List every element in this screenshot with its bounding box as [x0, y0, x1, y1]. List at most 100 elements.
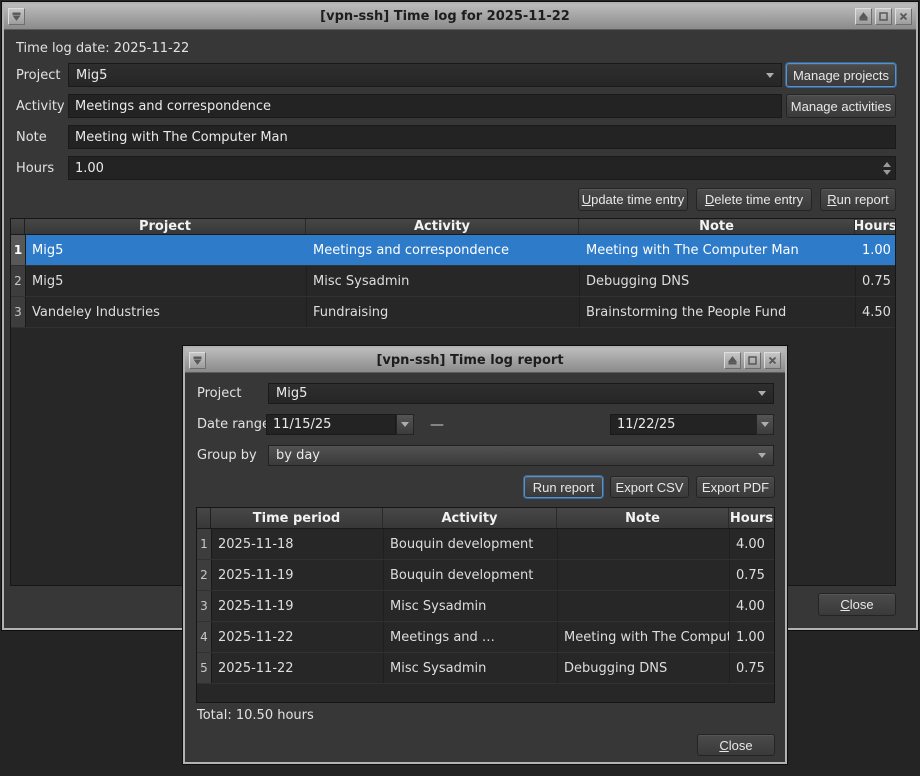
table-row[interactable]: 3 2025-11-19 Misc Sysadmin 4.00	[197, 591, 774, 622]
activity-input[interactable]: Meetings and correspondence	[68, 94, 782, 118]
close-window-button[interactable]	[895, 8, 912, 25]
column-header-hours[interactable]: Hours	[855, 219, 895, 234]
export-pdf-button[interactable]: Export PDF	[696, 476, 775, 498]
date-to-input[interactable]: 11/22/25	[610, 414, 757, 435]
maximize-icon	[878, 11, 889, 22]
row-number: 2	[11, 266, 26, 296]
date-to-dropdown-button[interactable]	[756, 414, 774, 435]
shade-icon	[858, 11, 869, 22]
activity-label: Activity	[16, 94, 65, 118]
column-header-project[interactable]: Project	[25, 219, 306, 234]
row-number: 4	[197, 622, 212, 652]
window-menu-button[interactable]	[8, 8, 25, 25]
cell-hours: 0.75	[730, 560, 774, 590]
dialog-maximize-button[interactable]	[744, 352, 761, 369]
row-number: 2	[197, 560, 212, 590]
dialog-close-label: Close	[719, 738, 752, 753]
table-row[interactable]: 2 2025-11-19 Bouquin development 0.75	[197, 560, 774, 591]
table-corner-cell	[11, 219, 25, 234]
project-combobox[interactable]: Mig5	[68, 63, 782, 87]
cell-hours: 4.00	[730, 529, 774, 559]
dialog-run-report-button[interactable]: Run report	[524, 476, 603, 498]
date-range-separator: —	[430, 414, 444, 435]
row-number: 3	[11, 297, 26, 327]
export-pdf-label: Export PDF	[702, 480, 769, 495]
report-project-value: Mig5	[276, 386, 307, 401]
cell-time-period: 2025-11-22	[212, 622, 384, 652]
dialog-titlebar[interactable]: [vpn-ssh] Time log report	[185, 348, 785, 373]
note-input-value: Meeting with The Computer Man	[75, 130, 288, 145]
dialog-action-buttons: Run report Export CSV Export PDF	[185, 476, 775, 498]
dialog-close-button[interactable]: Close	[697, 734, 775, 756]
report-project-combobox[interactable]: Mig5	[268, 383, 774, 404]
table-row[interactable]: 5 2025-11-22 Misc Sysadmin Debugging DNS…	[197, 653, 774, 684]
cell-project: Mig5	[26, 266, 307, 296]
main-action-buttons: Update time entry Delete time entry Run …	[4, 188, 896, 211]
maximize-button[interactable]	[875, 8, 892, 25]
time-entries-table-header: Project Activity Note Hours	[11, 219, 895, 235]
chevron-down-icon	[401, 422, 409, 427]
activity-input-value: Meetings and correspondence	[75, 99, 271, 114]
date-to-value: 11/22/25	[617, 417, 675, 432]
cell-time-period: 2025-11-19	[212, 560, 384, 590]
cell-activity: Misc Sysadmin	[307, 266, 580, 296]
cell-note: Debugging DNS	[558, 653, 730, 683]
report-table: Time period Activity Note Hours 1 2025-1…	[196, 507, 775, 703]
column-header-activity[interactable]: Activity	[306, 219, 579, 234]
group-by-label: Group by	[197, 445, 257, 466]
cell-activity: Bouquin development	[384, 560, 558, 590]
update-time-entry-button[interactable]: Update time entry	[578, 188, 688, 211]
run-report-button[interactable]: Run report	[820, 188, 896, 211]
table-row[interactable]: 3 Vandeley Industries Fundraising Brains…	[11, 297, 895, 328]
manage-activities-button[interactable]: Manage activities	[786, 94, 896, 118]
cell-note: Brainstorming the People Fund	[580, 297, 856, 327]
table-row[interactable]: 2 Mig5 Misc Sysadmin Debugging DNS 0.75	[11, 266, 895, 297]
dialog-close-window-button[interactable]	[764, 352, 781, 369]
group-by-combobox[interactable]: by day	[268, 445, 774, 466]
cell-note: Meeting with The Computer Man	[580, 235, 856, 265]
dialog-shade-button[interactable]	[724, 352, 741, 369]
manage-projects-button[interactable]: Manage projects	[786, 63, 896, 87]
table-row[interactable]: 1 Mig5 Meetings and correspondence Meeti…	[11, 235, 895, 266]
export-csv-button[interactable]: Export CSV	[610, 476, 689, 498]
close-icon	[767, 355, 778, 366]
spin-down-icon[interactable]	[883, 170, 891, 175]
shade-button[interactable]	[855, 8, 872, 25]
column-header-time-period[interactable]: Time period	[211, 508, 383, 528]
main-titlebar[interactable]: [vpn-ssh] Time log for 2025-11-22	[4, 4, 916, 30]
cell-hours: 1.00	[856, 235, 895, 265]
column-header-note[interactable]: Note	[579, 219, 855, 234]
table-row[interactable]: 4 2025-11-22 Meetings and … Meeting with…	[197, 622, 774, 653]
row-number: 5	[197, 653, 212, 683]
date-range-label: Date range	[197, 414, 270, 435]
column-header-note[interactable]: Note	[557, 508, 729, 528]
project-label: Project	[16, 63, 60, 87]
chevron-down-icon	[761, 422, 769, 427]
date-from-dropdown-button[interactable]	[396, 414, 414, 435]
cell-note	[558, 591, 730, 621]
spin-up-icon[interactable]	[883, 162, 891, 167]
hours-spinbox[interactable]: 1.00	[68, 156, 896, 180]
column-header-hours[interactable]: Hours	[729, 508, 774, 528]
note-input[interactable]: Meeting with The Computer Man	[68, 125, 896, 149]
cell-project: Mig5	[26, 235, 307, 265]
cell-hours: 1.00	[730, 622, 774, 652]
project-combobox-value: Mig5	[76, 68, 107, 83]
chevron-down-icon	[758, 453, 766, 458]
chevron-down-icon	[766, 73, 774, 78]
window-menu-icon	[192, 355, 203, 366]
cell-project: Vandeley Industries	[26, 297, 307, 327]
dialog-window-menu-button[interactable]	[189, 352, 206, 369]
date-from-input[interactable]: 11/15/25	[266, 414, 396, 435]
cell-note: Meeting with The Computer…	[558, 622, 730, 652]
total-hours-label: Total: 10.50 hours	[197, 708, 314, 723]
chevron-down-icon	[758, 391, 766, 396]
main-close-button[interactable]: Close	[818, 593, 896, 616]
column-header-activity[interactable]: Activity	[383, 508, 557, 528]
cell-hours: 0.75	[856, 266, 895, 296]
main-close-label: Close	[840, 597, 873, 612]
report-project-label: Project	[197, 383, 241, 404]
delete-time-entry-button[interactable]: Delete time entry	[696, 188, 812, 211]
shade-icon	[727, 355, 738, 366]
table-row[interactable]: 1 2025-11-18 Bouquin development 4.00	[197, 529, 774, 560]
